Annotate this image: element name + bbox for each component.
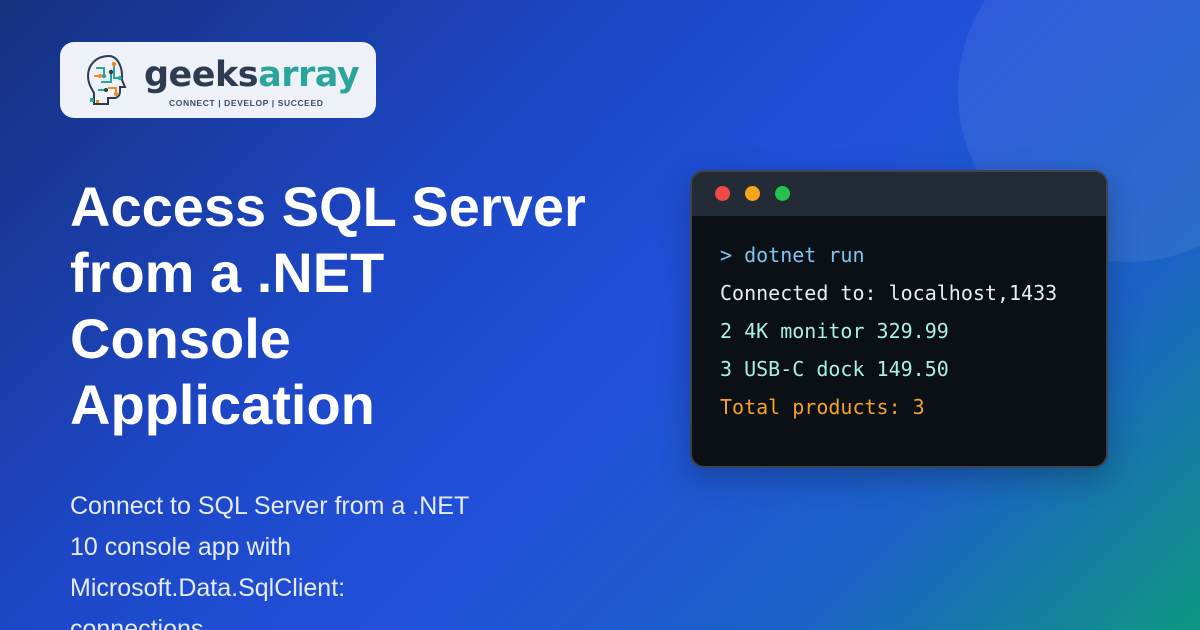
- terminal-command-line: > dotnet run: [720, 243, 865, 267]
- brand-name-part1: geeks: [144, 55, 259, 95]
- page-description: Connect to SQL Server from a .NET 10 con…: [70, 492, 470, 630]
- brand-name-part2: array: [258, 55, 360, 95]
- terminal-total-line: Total products: 3: [720, 395, 925, 419]
- terminal-connection-line: Connected to: localhost,1433: [720, 281, 1058, 305]
- terminal-product-row: 2 4K monitor 329.99: [720, 319, 949, 343]
- brand-wordmark: geeksarray: [144, 55, 360, 95]
- brand-tagline: CONNECT | DEVELOP | SUCCEED: [169, 98, 324, 108]
- terminal-title-bar: [692, 172, 1106, 216]
- social-card: geeksarray CONNECT | DEVELOP | SUCCEED A…: [0, 0, 1200, 630]
- maximize-dot-icon: [775, 186, 790, 201]
- page-title: Access SQL Server from a .NET Console Ap…: [70, 175, 586, 436]
- terminal-product-row: 3 USB-C dock 149.50: [720, 357, 949, 381]
- terminal-window: > dotnet run Connected to: localhost,143…: [690, 170, 1108, 468]
- close-dot-icon: [715, 186, 730, 201]
- brand-logo-card: geeksarray CONNECT | DEVELOP | SUCCEED: [60, 42, 376, 118]
- minimize-dot-icon: [745, 186, 760, 201]
- circuit-head-icon: [86, 54, 127, 105]
- terminal-output: > dotnet run Connected to: localhost,143…: [692, 216, 1106, 426]
